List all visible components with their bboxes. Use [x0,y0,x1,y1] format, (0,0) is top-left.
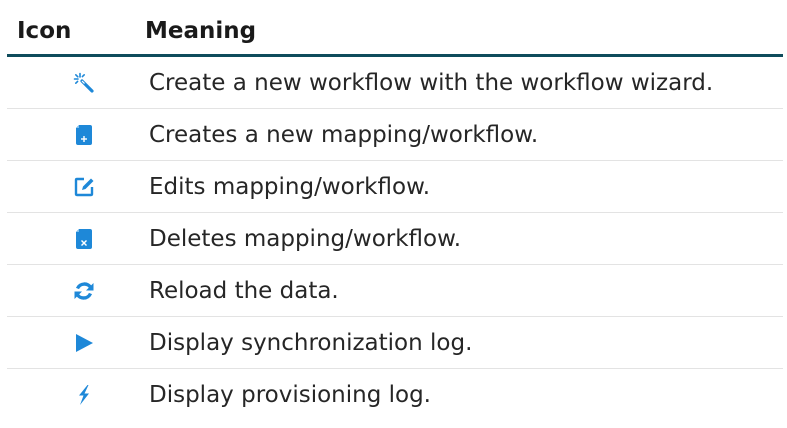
table-row: Creates a new mapping/workflow. [7,108,783,161]
header-icon: Icon [7,8,145,57]
table-row: Deletes mapping/workflow. [7,212,783,265]
row-meaning: Edits mapping/workflow. [145,160,783,213]
play-icon [73,332,95,354]
row-meaning: Creates a new mapping/workflow. [145,108,783,161]
header-meaning: Meaning [145,8,783,57]
row-meaning: Reload the data. [145,264,783,317]
row-meaning: Display provisioning log. [149,381,431,408]
row-meaning: Display synchronization log. [145,316,783,369]
delete-document-icon [73,228,95,250]
table-row: Display provisioning log. [7,369,783,421]
header-row: Icon Meaning [7,8,783,57]
table-row: Display synchronization log. [7,316,783,369]
table-row: Reload the data. [7,264,783,317]
lightning-icon [73,384,95,406]
icon-legend-table: Icon Meaning Create a new workflow with … [7,8,783,420]
new-document-icon [73,124,95,146]
row-meaning: Create a new workflow with the workflow … [145,55,783,109]
reload-icon [73,280,95,302]
table-row: Create a new workflow with the workflow … [7,55,783,109]
magic-wand-icon [73,72,95,94]
row-meaning: Deletes mapping/workflow. [145,212,783,265]
edit-icon [73,176,95,198]
table-row: Edits mapping/workflow. [7,160,783,213]
